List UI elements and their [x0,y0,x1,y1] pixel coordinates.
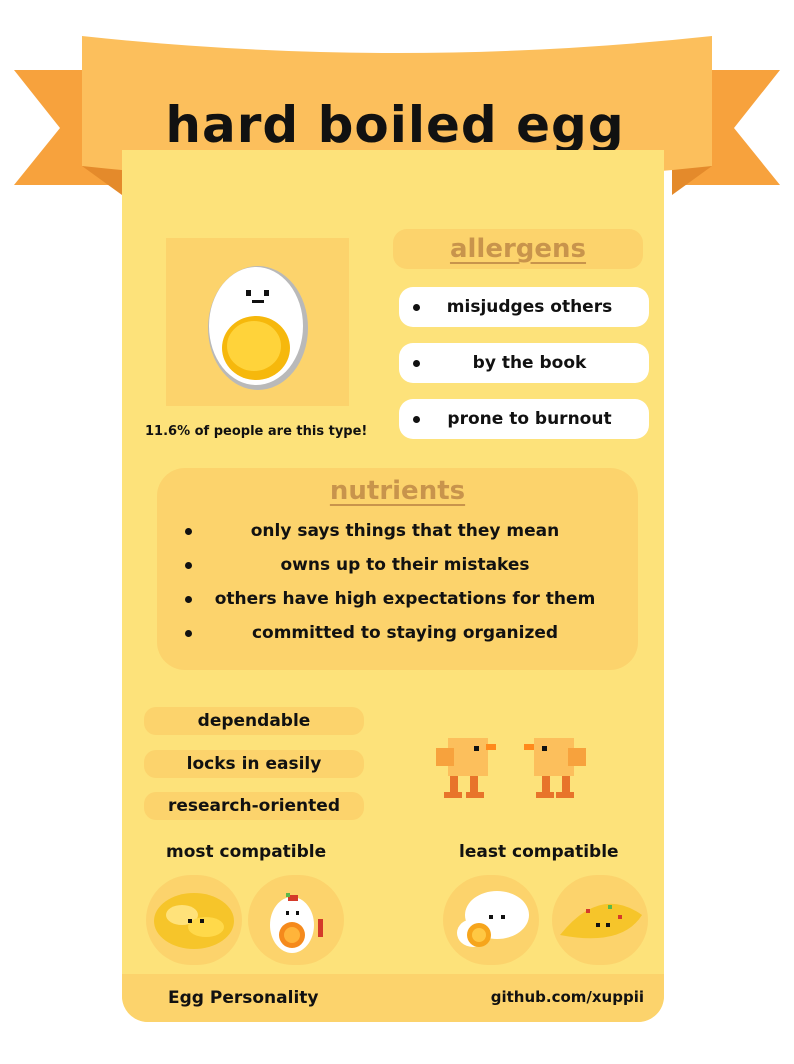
nutrients-heading: nutrients [329,476,466,506]
egg-portrait [166,238,349,406]
omelette-icon [560,903,642,939]
incompatible-egg-omelette [552,875,648,965]
incompatible-egg-poached [443,875,539,965]
footer-link[interactable]: github.com/xuppii [491,988,644,1006]
bullet-icon [185,561,192,569]
bullet-icon [413,359,420,367]
ramen-egg-icon [270,893,323,953]
most-compatible-label: most compatible [166,842,327,862]
chick-icon [436,738,496,798]
bullet-icon [185,595,192,603]
bullet-icon [185,629,192,637]
footer-brand: Egg Personality [168,988,319,1008]
nutrient-item: others have high expectations for them [157,582,638,616]
compatible-egg-ramen [248,875,344,965]
nutrient-label: owns up to their mistakes [280,555,530,575]
population-stat: 11.6% of people are this type! [145,424,368,439]
scrambled-egg-icon [154,893,234,949]
chicks-icon [436,738,586,798]
nutrient-label: committed to staying organized [251,623,559,643]
nutrient-label: only says things that they mean [250,521,560,541]
nutrients-panel: nutrients only says things that they mea… [157,468,638,670]
chick-icon [524,738,586,798]
allergen-item: by the book [399,343,649,383]
footer-bar: Egg Personality github.com/xuppii [122,974,664,1022]
bullet-icon [185,527,192,535]
allergens-heading: allergens [449,234,587,264]
nutrient-item: owns up to their mistakes [157,548,638,582]
trait-tag: locks in easily [144,750,364,778]
allergen-label: misjudges others [446,297,613,317]
allergen-item: misjudges others [399,287,649,327]
trait-tag: research-oriented [144,792,364,820]
nutrient-label: others have high expectations for them [214,589,596,609]
allergen-label: prone to burnout [447,409,612,429]
least-compatible-label: least compatible [459,842,619,862]
poached-egg-icon [457,891,529,947]
bullet-icon [413,415,420,423]
nutrient-item: committed to staying organized [157,616,638,650]
nutrient-item: only says things that they mean [157,514,638,548]
allergens-heading-box: allergens [393,229,643,269]
compatible-egg-scrambled [146,875,242,965]
bullet-icon [413,303,420,311]
allergen-item: prone to burnout [399,399,649,439]
trait-tag: dependable [144,707,364,735]
allergen-label: by the book [472,353,587,373]
boiled-egg-icon [208,266,308,390]
